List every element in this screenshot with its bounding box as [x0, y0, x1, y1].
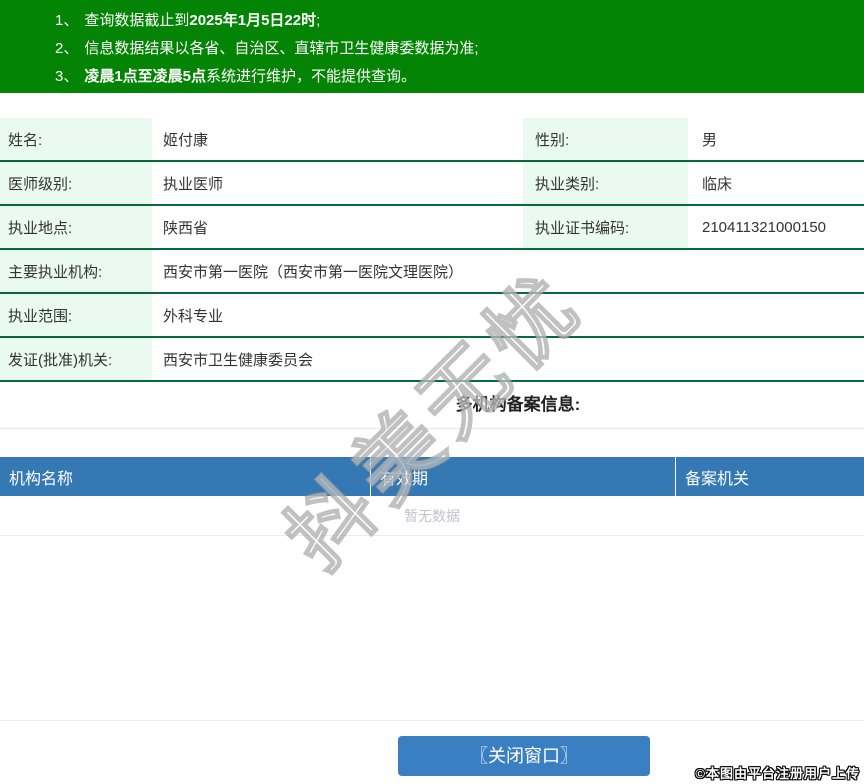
notice-text-bold: 凌晨1点至凌晨5点 — [84, 68, 207, 85]
practice-location-label: 执业地点: — [0, 206, 152, 248]
no-data-placeholder: 暂无数据 — [0, 496, 864, 536]
table-row-location-certificate: 执业地点: 陕西省 执业证书编码: 210411321000150 — [0, 206, 864, 250]
upload-credit-text: ©本图由平台注册用户上传 — [695, 766, 860, 781]
main-institution-value: 西安市第一医院（西安市第一医院文理医院） — [163, 263, 464, 281]
certificate-number-label: 执业证书编码: — [523, 206, 688, 248]
practice-location-value: 陕西省 — [163, 219, 209, 237]
practice-category-label: 执业类别: — [523, 162, 688, 204]
section-divider: 多机构备案信息: — [0, 382, 864, 429]
notice-banner: 1、 查询数据截止到2025年1月5日22时; 2、 信息数据结果以各省、自治区、直… — [0, 0, 864, 93]
name-label: 姓名: — [0, 118, 152, 160]
records-table-header: 机构名称 有效期 备案机关 — [0, 457, 864, 496]
column-header-record-authority: 备案机关 — [675, 457, 864, 496]
notice-text: 信息数据结果以各省、自治区、直辖市卫生健康委数据为准; — [84, 40, 479, 57]
table-row-name-gender: 姓名: 姬付康 性别: 男 — [0, 118, 864, 162]
notice-number: 2、 — [55, 40, 79, 57]
table-row-issuing-authority: 发证(批准)机关: 西安市卫生健康委员会 — [0, 338, 864, 382]
notice-text: 查询数据截止到 — [84, 12, 190, 29]
column-header-validity-period: 有效期 — [370, 457, 675, 496]
physician-level-value: 执业医师 — [163, 175, 224, 193]
physician-level-label: 医师级别: — [0, 162, 152, 204]
table-row-practice-scope: 执业范围: 外科专业 — [0, 294, 864, 338]
notice-line-2: 2、 信息数据结果以各省、自治区、直辖市卫生健康委数据为准; — [55, 35, 854, 63]
issuing-authority-value: 西安市卫生健康委员会 — [163, 351, 314, 369]
physician-info-table: 姓名: 姬付康 性别: 男 医师级别: 执业医师 执业类别: 临床 执业地点: … — [0, 118, 864, 382]
multi-institution-section-title: 多机构备案信息: — [455, 395, 581, 414]
notice-line-3: 3、 凌晨1点至凌晨5点系统进行维护，不能提供查询。 — [55, 63, 854, 91]
notice-number: 3、 — [55, 68, 79, 85]
table-row-main-institution: 主要执业机构: 西安市第一医院（西安市第一医院文理医院） — [0, 250, 864, 294]
notice-text: ; — [316, 12, 321, 29]
column-header-institution-name: 机构名称 — [9, 470, 74, 488]
practice-scope-label: 执业范围: — [0, 294, 152, 336]
practice-category-value: 临床 — [702, 175, 733, 193]
certificate-number-value: 210411321000150 — [702, 218, 827, 236]
notice-text: 系统进行维护，不能提供查询。 — [206, 68, 417, 85]
practice-scope-value: 外科专业 — [163, 307, 224, 325]
notice-number: 1、 — [55, 12, 79, 29]
gender-label: 性别: — [523, 118, 688, 160]
close-window-button[interactable]: 〖关闭窗口〗 — [398, 736, 650, 776]
notice-text-bold: 2025年1月5日22时 — [189, 12, 317, 29]
footer-divider — [0, 720, 864, 721]
table-row-level-category: 医师级别: 执业医师 执业类别: 临床 — [0, 162, 864, 206]
main-institution-label: 主要执业机构: — [0, 250, 152, 292]
notice-line-1: 1、 查询数据截止到2025年1月5日22时; — [55, 7, 854, 35]
gender-value: 男 — [702, 131, 718, 149]
name-value: 姬付康 — [163, 131, 209, 149]
issuing-authority-label: 发证(批准)机关: — [0, 338, 152, 380]
